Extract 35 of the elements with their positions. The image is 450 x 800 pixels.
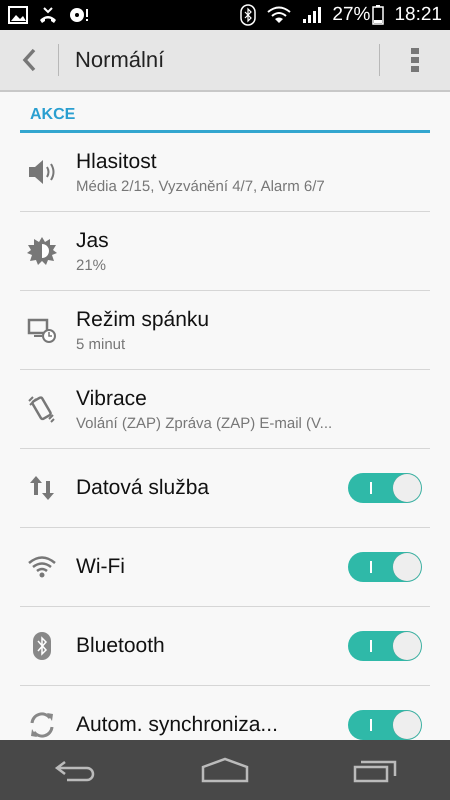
screen-title: Normální bbox=[74, 47, 166, 73]
setting-summary: Média 2/15, Vyzvánění 4/7, Alarm 6/7 bbox=[76, 178, 326, 194]
image-icon bbox=[8, 6, 28, 24]
toggle-switch[interactable] bbox=[348, 473, 422, 503]
brightness-icon bbox=[27, 236, 57, 266]
missed-call-icon bbox=[38, 6, 58, 24]
setting-title: Datová služba bbox=[76, 476, 210, 500]
setting-title: Jas bbox=[76, 228, 110, 252]
setting-summary: 21% bbox=[76, 256, 108, 274]
battery-percent: 27% bbox=[332, 4, 370, 26]
setting-title: Režim spánku bbox=[76, 308, 210, 332]
section-header: AKCE bbox=[30, 106, 76, 123]
chevron-left-icon bbox=[22, 48, 36, 72]
setting-title: Vibrace bbox=[76, 386, 148, 410]
toggle-switch[interactable] bbox=[348, 710, 422, 740]
wifi-icon bbox=[27, 555, 57, 579]
more-options-icon bbox=[411, 47, 419, 73]
toggle-switch[interactable] bbox=[348, 552, 422, 582]
wifi-icon bbox=[266, 6, 292, 24]
clock: 18:21 bbox=[394, 4, 442, 26]
setting-title: Hlasitost bbox=[76, 150, 158, 174]
setting-summary: Volání (ZAP) Zpráva (ZAP) E-mail (V... bbox=[76, 414, 334, 432]
signal-icon bbox=[302, 6, 322, 24]
battery-icon bbox=[372, 5, 384, 25]
setting-title: Bluetooth bbox=[76, 634, 166, 658]
setting-title: Autom. synchroniza... bbox=[76, 713, 279, 737]
data-arrows-icon bbox=[29, 474, 55, 502]
bluetooth-icon bbox=[32, 631, 52, 661]
bluetooth-icon bbox=[240, 4, 256, 26]
home-icon bbox=[201, 757, 249, 783]
setting-summary: 5 minut bbox=[76, 336, 126, 352]
setting-title: Wi-Fi bbox=[76, 555, 126, 579]
back-arrow-icon bbox=[53, 758, 97, 782]
toggle-switch[interactable] bbox=[348, 631, 422, 661]
disc-alert-icon bbox=[68, 6, 90, 24]
